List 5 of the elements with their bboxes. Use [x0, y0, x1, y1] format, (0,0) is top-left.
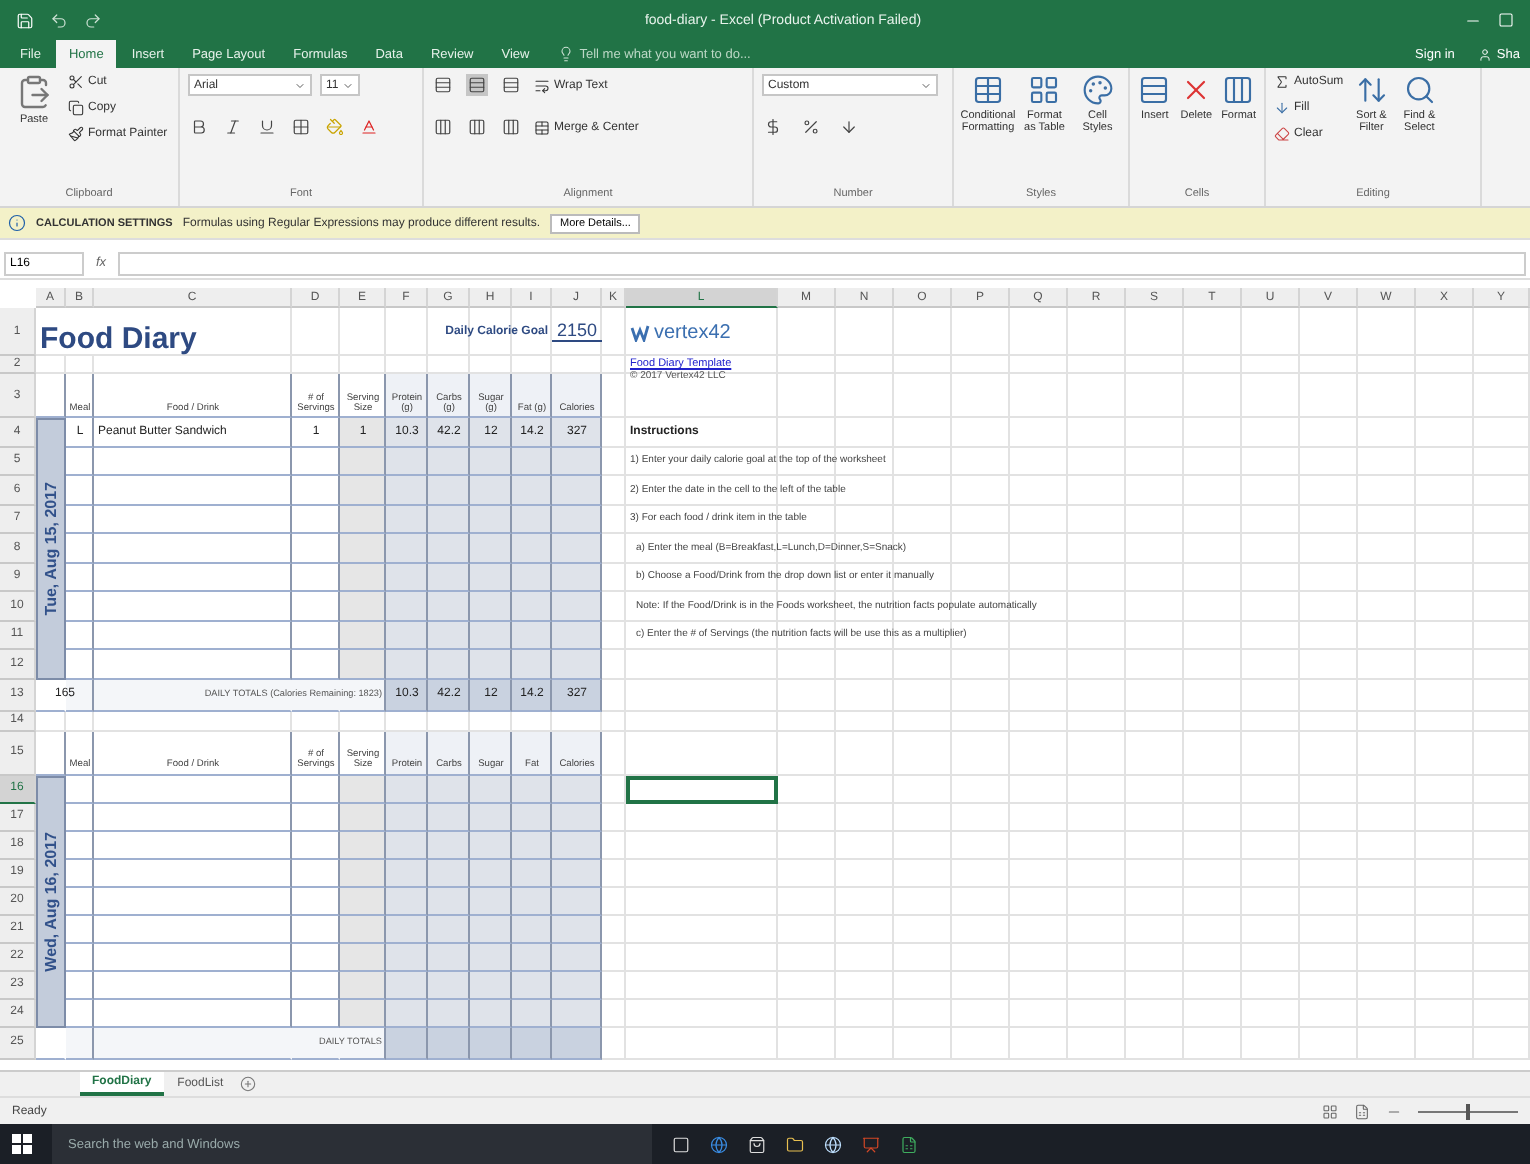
sheet-title: Food Diary [38, 322, 197, 356]
goal-value[interactable]: 2150 [552, 321, 602, 343]
date-cell: Wed, Aug 16, 2017 [36, 775, 66, 1027]
logo-text: vertex42 [654, 321, 731, 343]
date-cell: Tue, Aug 15, 2017 [36, 418, 66, 679]
